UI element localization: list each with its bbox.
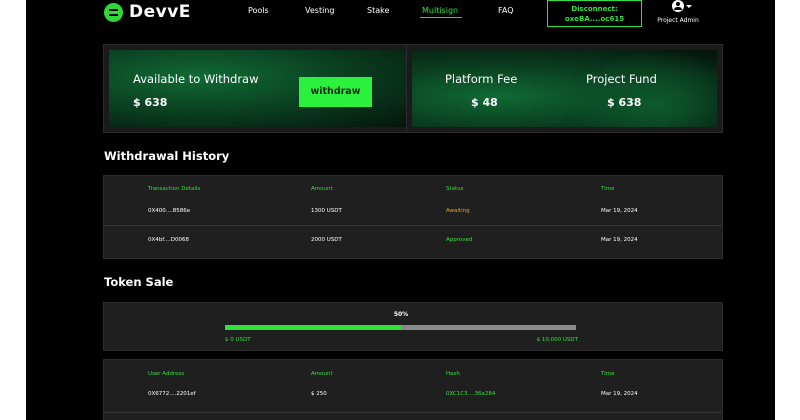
row-divider [104,225,722,226]
time: Mar 19, 2024 [601,237,638,243]
status-badge: Approved [446,237,473,243]
withdraw-amount: $ 638 [133,96,168,109]
disconnect-button[interactable]: Disconnect: oxeBA....oc615 [547,0,642,27]
transaction-details: 0X4bf....D0068 [148,237,190,243]
fees-card-glow [564,50,717,127]
column-header: Time [601,371,615,377]
withdraw-button[interactable]: withdraw [299,77,372,107]
time: Mar 19, 2024 [601,208,638,214]
nav-stake[interactable]: Stake [367,6,389,15]
brand-name: DevvE [129,2,191,22]
progress-fill [225,325,401,330]
platform-fee-amount: $ 48 [471,96,498,109]
brand-logo[interactable]: DevvE [104,2,191,22]
project-fund-amount: $ 638 [607,96,642,109]
withdrawal-history-table: Transaction Details Amount Status Time 0… [103,175,723,259]
token-sale-progress-bar [225,325,576,330]
nav-active-indicator [420,17,462,18]
column-header: Status [446,186,464,192]
transaction-hash-link[interactable]: 0XC1C3....36e284 [446,391,495,397]
chevron-down-icon [686,5,692,8]
logo-icon [104,2,123,22]
nav-vesting[interactable]: Vesting [305,6,334,15]
row-divider [104,412,722,413]
amount: 2000 USDT [311,237,342,243]
nav-faq[interactable]: FAQ [498,6,514,15]
progress-min: $ 0 USDT [225,337,251,343]
nav-pools[interactable]: Pools [248,6,269,15]
withdraw-card-title: Available to Withdraw [133,72,259,86]
progress-percent: 50% [393,311,409,318]
token-sale-table: User Address Amount Hash Time 0X6772....… [103,359,723,420]
time: Mar 19, 2024 [601,391,638,397]
user-address: 0X6772....2201ef [148,391,196,397]
amount: 1300 USDT [311,208,342,214]
project-fund-title: Project Fund [586,72,657,86]
app-frame: DevvE Pools Vesting Stake Multisign FAQ … [26,0,775,420]
column-header: Amount [311,186,333,192]
user-icon [672,0,684,12]
token-sale-title: Token Sale [104,275,174,289]
withdrawal-history-title: Withdrawal History [104,149,230,163]
transaction-details: 0X400....8586e [148,208,191,214]
column-header: Transaction Details [148,186,201,192]
wallet-address: oxeBA....oc615 [564,15,625,23]
progress-max: $ 10,000 USDT [536,337,578,343]
platform-fee-title: Platform Fee [445,72,518,86]
nav-multisign[interactable]: Multisign [422,6,458,15]
column-header: Hash [446,371,460,377]
amount: $ 250 [311,391,327,397]
fees-card-panel [412,50,717,127]
column-header: User Address [148,371,185,377]
profile-menu[interactable]: Project Admin [652,0,704,24]
fees-card [406,44,723,133]
column-header: Time [601,186,615,192]
profile-label: Project Admin [657,17,699,24]
column-header: Amount [311,371,333,377]
status-badge: Awaiting [446,208,470,214]
disconnect-label: Disconnect: [571,5,618,13]
